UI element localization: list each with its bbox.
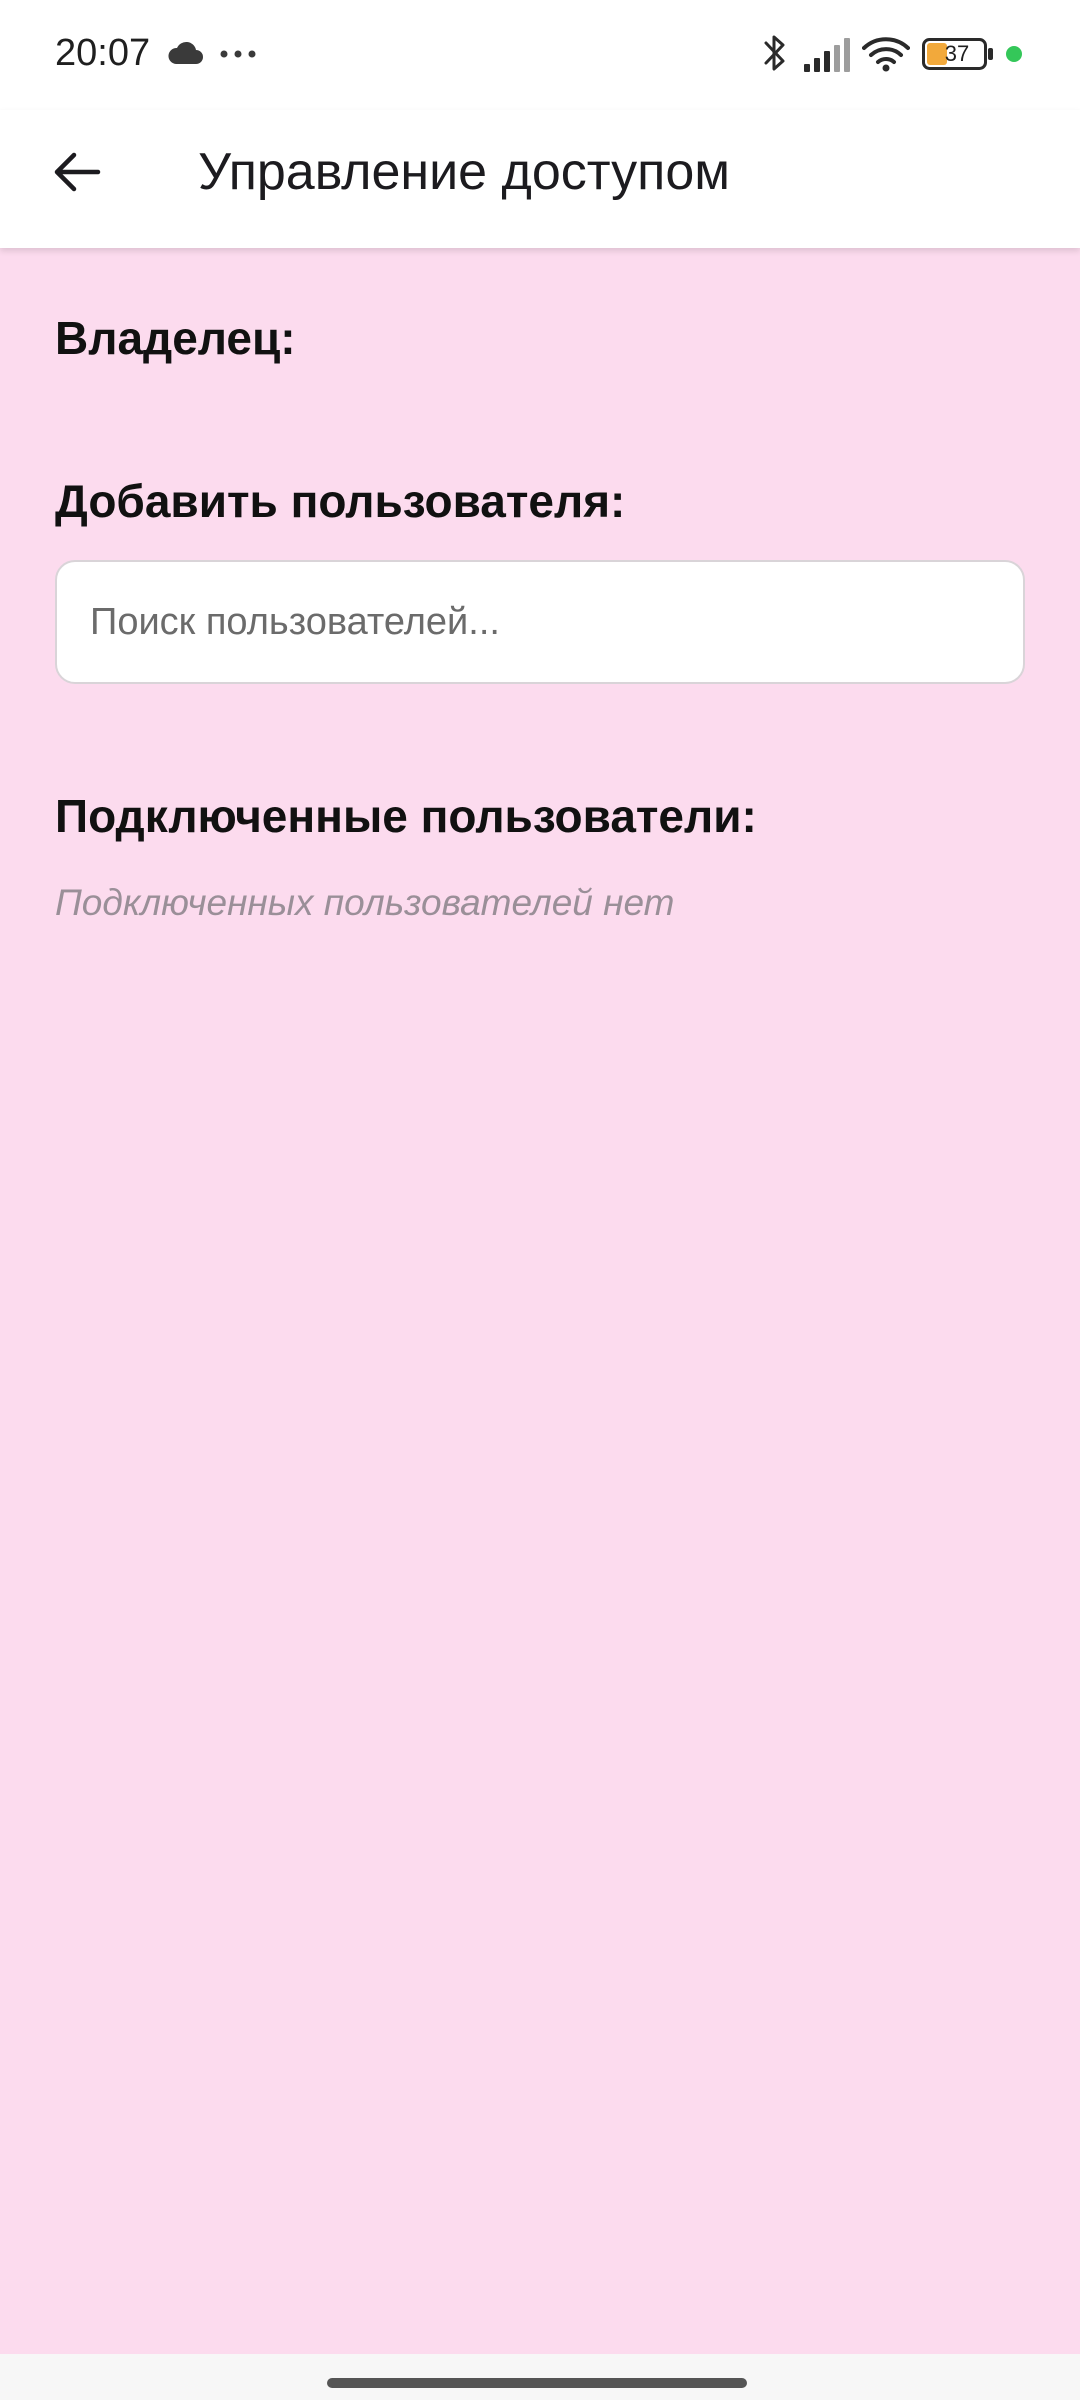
add-user-label: Добавить пользователя: xyxy=(55,475,626,527)
owner-label: Владелец: xyxy=(55,312,296,364)
privacy-dot-indicator xyxy=(1006,46,1022,62)
connected-users-label: Подключенные пользователи: xyxy=(55,790,757,842)
user-search-field[interactable] xyxy=(55,560,1025,684)
battery-level-text: 37 xyxy=(944,41,970,66)
status-bar: 20:07 37 xyxy=(0,0,1080,110)
screen: 20:07 37 Управление доступом Владелец: Д… xyxy=(0,0,1080,2400)
connected-users-empty-text: Подключенных пользователей нет xyxy=(55,882,675,923)
user-search-input[interactable] xyxy=(57,562,1023,682)
navigation-bar xyxy=(0,2354,1080,2400)
page-title: Управление доступом xyxy=(198,143,731,201)
arrow-back-icon xyxy=(54,152,101,192)
wifi-icon xyxy=(862,37,910,72)
bluetooth-icon xyxy=(764,35,785,71)
content-area: Владелец: Добавить пользователя: Подключ… xyxy=(0,248,1080,2354)
app-bar: Управление доступом xyxy=(0,110,1080,248)
cloud-icon xyxy=(168,41,203,64)
signal-icon xyxy=(804,38,850,72)
back-button[interactable] xyxy=(40,135,114,209)
status-time: 20:07 xyxy=(55,32,151,74)
home-indicator[interactable] xyxy=(327,2378,747,2388)
more-icon xyxy=(220,50,256,58)
